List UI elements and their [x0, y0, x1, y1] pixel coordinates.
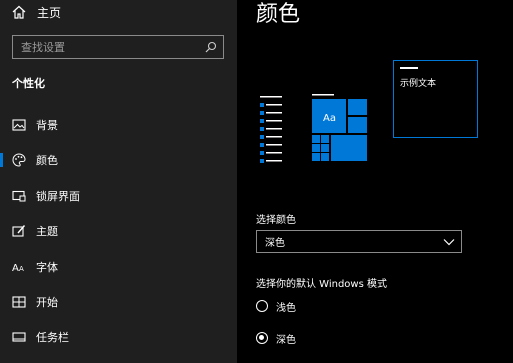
sample-window: 示例文本 [393, 60, 478, 138]
sidebar-item-background[interactable]: 背景 [0, 112, 237, 138]
page-title: 颜色 [256, 2, 301, 27]
svg-text:A: A [19, 265, 24, 273]
radio-dark[interactable]: 深色 [256, 330, 296, 346]
search-box[interactable] [12, 35, 224, 59]
radio-label: 深色 [276, 334, 296, 346]
choose-color-label: 选择颜色 [256, 215, 296, 226]
start-icon [12, 295, 26, 309]
sample-text: 示例文本 [400, 79, 437, 89]
sample-title-bar [400, 67, 418, 69]
home-label: 主页 [37, 5, 62, 20]
sidebar-item-label: 字体 [36, 261, 58, 274]
section-title: 个性化 [12, 77, 45, 90]
sidebar-item-lock-screen[interactable]: 锁屏界面 [0, 183, 237, 209]
sidebar-item-start[interactable]: 开始 [0, 289, 237, 315]
search-icon[interactable] [203, 39, 219, 55]
home-link[interactable]: 主页 [12, 4, 61, 20]
radio-light[interactable]: 浅色 [256, 298, 296, 314]
sidebar-item-taskbar[interactable]: 任务栏 [0, 324, 237, 350]
taskbar-icon [12, 330, 26, 344]
start-list-preview [260, 96, 282, 163]
palette-icon [12, 153, 26, 167]
radio-button-selected[interactable] [256, 332, 268, 344]
sidebar-item-label: 主题 [36, 225, 58, 238]
theme-brush-icon [12, 224, 26, 238]
radio-button[interactable] [256, 300, 268, 312]
sidebar-item-fonts[interactable]: AA 字体 [0, 254, 237, 280]
chevron-down-icon [443, 236, 455, 248]
tiles-preview [312, 94, 367, 161]
radio-label: 浅色 [276, 302, 296, 314]
sidebar-item-label: 任务栏 [36, 331, 69, 344]
font-icon: AA [12, 260, 26, 274]
sidebar-item-label: 颜色 [36, 154, 58, 167]
dropdown-value: 深色 [265, 238, 285, 249]
sidebar-item-label: 开始 [36, 296, 58, 309]
home-icon [12, 5, 26, 19]
search-input[interactable] [13, 40, 203, 54]
sidebar-item-themes[interactable]: 主题 [0, 218, 237, 244]
selected-indicator [0, 153, 3, 167]
color-mode-dropdown[interactable]: 深色 [256, 230, 462, 253]
lock-screen-icon [12, 189, 26, 203]
sidebar-item-label: 背景 [36, 119, 58, 132]
tile-text: Aa [323, 113, 336, 124]
picture-icon [12, 118, 26, 132]
sidebar: 主页 个性化 背景 颜色 锁屏界面 主题 AA [0, 0, 237, 363]
sidebar-item-colors[interactable]: 颜色 [0, 147, 237, 173]
sidebar-item-label: 锁屏界面 [36, 190, 80, 203]
windows-mode-label: 选择你的默认 Windows 模式 [256, 279, 387, 290]
svg-text:A: A [12, 263, 19, 273]
